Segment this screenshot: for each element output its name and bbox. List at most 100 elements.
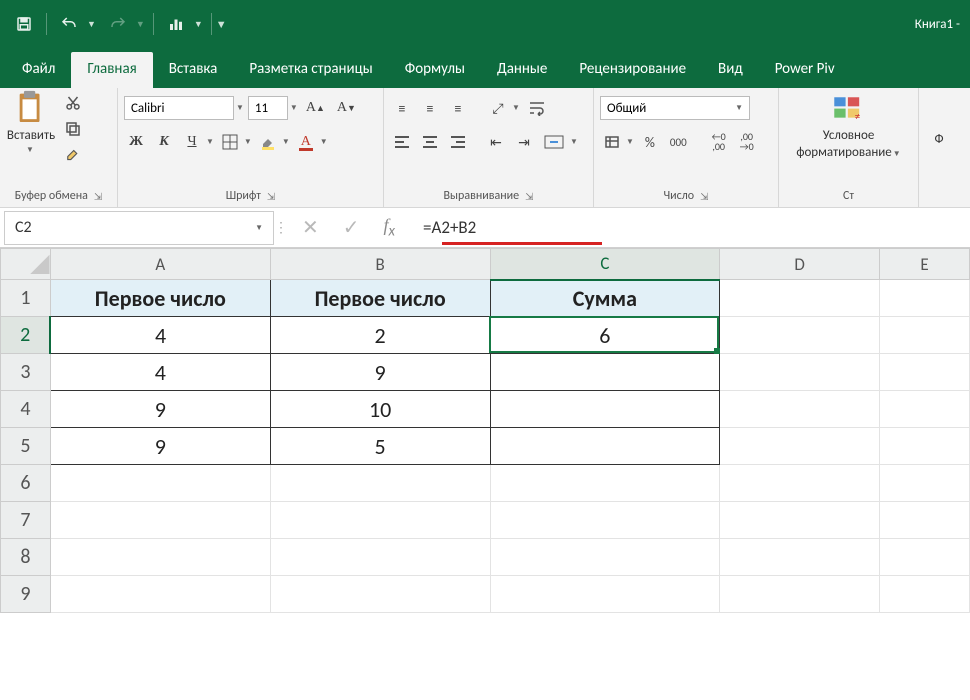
paste-button[interactable]: Вставить ▼ [6,92,56,155]
name-box[interactable]: C2 ▼ [4,211,274,245]
align-right-icon[interactable] [446,130,470,154]
tab-review[interactable]: Рецензирование [563,52,702,88]
cell-C2[interactable]: 6 [490,317,720,354]
font-dialog-launcher[interactable]: ⇲ [267,190,275,203]
cell-A6[interactable] [50,465,270,502]
cell-E5[interactable] [880,428,970,465]
borders-icon[interactable] [218,130,242,154]
cell-E7[interactable] [880,502,970,539]
increase-decimal-icon[interactable]: ←0,00 [707,130,731,154]
cell-B6[interactable] [270,465,490,502]
save-icon[interactable] [10,10,38,38]
cell-C9[interactable] [490,576,720,613]
cell-C8[interactable] [490,539,720,576]
row-header-1[interactable]: 1 [1,280,51,317]
align-middle-icon[interactable]: ≡ [418,96,442,120]
undo-dropdown[interactable]: ▼ [87,19,96,30]
column-header-A[interactable]: A [50,249,270,280]
cell-A3[interactable]: 4 [50,354,270,391]
cell-B5[interactable]: 5 [270,428,490,465]
orientation-dropdown[interactable]: ▼ [512,103,520,113]
paste-dropdown[interactable]: ▼ [26,145,34,155]
cell-D7[interactable] [720,502,880,539]
cell-C4[interactable] [490,391,720,428]
tab-powerpivot[interactable]: Power Piv [759,52,851,88]
format-as-table-button[interactable]: Ф [925,132,953,147]
row-header-2[interactable]: 2 [1,317,51,354]
cell-B1[interactable]: Первое число [270,280,490,317]
row-header-9[interactable]: 9 [1,576,51,613]
cell-A1[interactable]: Первое число [50,280,270,317]
cell-A8[interactable] [50,539,270,576]
bold-button[interactable]: Ж [124,130,148,154]
column-header-E[interactable]: E [880,249,970,280]
cell-E3[interactable] [880,354,970,391]
cell-C6[interactable] [490,465,720,502]
cell-C1[interactable]: Сумма [490,280,720,317]
percent-format-icon[interactable]: % [638,130,662,154]
underline-dropdown[interactable]: ▼ [206,137,214,147]
row-header-5[interactable]: 5 [1,428,51,465]
italic-button[interactable]: К [152,130,176,154]
cell-E4[interactable] [880,391,970,428]
cell-B7[interactable] [270,502,490,539]
merge-cells-icon[interactable] [540,130,568,154]
format-painter-icon[interactable] [62,144,84,166]
accounting-dropdown[interactable]: ▼ [626,137,634,147]
tab-data[interactable]: Данные [481,52,563,88]
tab-view[interactable]: Вид [702,52,759,88]
undo-icon[interactable] [55,10,83,38]
fill-color-icon[interactable] [256,130,280,154]
tab-insert[interactable]: Вставка [153,52,234,88]
name-box-dropdown[interactable]: ▼ [255,223,263,233]
number-format-select[interactable]: Общий ▼ [600,96,750,120]
copy-icon[interactable] [62,118,84,140]
cell-E1[interactable] [880,280,970,317]
tab-file[interactable]: Файл [6,52,71,88]
cell-C7[interactable] [490,502,720,539]
cell-E8[interactable] [880,539,970,576]
clipboard-dialog-launcher[interactable]: ⇲ [94,190,102,203]
cell-E6[interactable] [880,465,970,502]
cell-D1[interactable] [720,280,880,317]
align-bottom-icon[interactable]: ≡ [446,96,470,120]
row-header-4[interactable]: 4 [1,391,51,428]
cell-B9[interactable] [270,576,490,613]
cell-A5[interactable]: 9 [50,428,270,465]
increase-indent-icon[interactable]: ⇥ [512,130,536,154]
cut-icon[interactable] [62,92,84,114]
cell-D8[interactable] [720,539,880,576]
select-all-button[interactable] [1,249,51,280]
fill-color-dropdown[interactable]: ▼ [282,137,290,147]
cancel-formula-icon[interactable]: ✕ [302,215,319,240]
spreadsheet-grid[interactable]: A B C D E 1 Первое число Первое число Су… [0,248,970,613]
number-dialog-launcher[interactable]: ⇲ [700,190,708,203]
increase-font-icon[interactable]: A▲ [302,96,329,120]
cell-A2[interactable]: 4 [50,317,270,354]
tab-formulas[interactable]: Формулы [389,52,481,88]
row-header-3[interactable]: 3 [1,354,51,391]
cell-C3[interactable] [490,354,720,391]
cell-D2[interactable] [720,317,880,354]
row-header-7[interactable]: 7 [1,502,51,539]
customize-qa-dropdown[interactable]: ▼ [216,18,227,31]
column-header-B[interactable]: B [270,249,490,280]
tab-page-layout[interactable]: Разметка страницы [233,52,388,88]
cell-B3[interactable]: 9 [270,354,490,391]
underline-button[interactable]: Ч [180,130,204,154]
insert-function-icon[interactable]: fx [384,215,396,241]
wrap-text-icon[interactable] [524,96,550,120]
font-color-dropdown[interactable]: ▼ [320,137,328,147]
font-color-icon[interactable]: A [294,130,318,154]
chart-dropdown[interactable]: ▼ [194,19,203,30]
cell-E9[interactable] [880,576,970,613]
align-center-icon[interactable] [418,130,442,154]
cell-E2[interactable] [880,317,970,354]
font-name-dropdown[interactable]: ▼ [236,103,244,113]
tab-home[interactable]: Главная [71,52,152,88]
font-size-dropdown[interactable]: ▼ [290,103,298,113]
cell-B4[interactable]: 10 [270,391,490,428]
align-top-icon[interactable]: ≡ [390,96,414,120]
alignment-dialog-launcher[interactable]: ⇲ [525,190,533,203]
decrease-decimal-icon[interactable]: ,00→0 [735,130,759,154]
